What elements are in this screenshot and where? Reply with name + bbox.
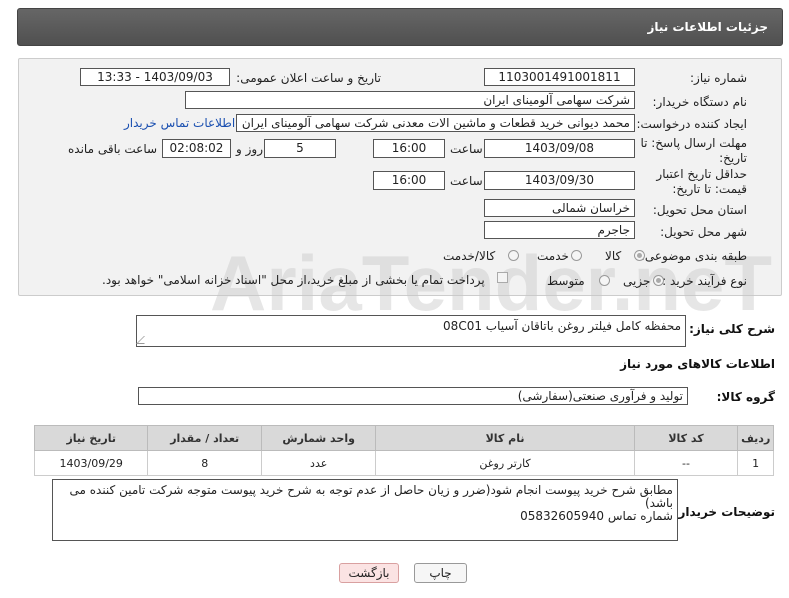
col-header-row-number: ردیف xyxy=(737,425,774,451)
need-number-label: شماره نیاز: xyxy=(690,71,747,85)
reply-time-label: ساعت xyxy=(450,142,483,156)
buyer-org-label: نام دستگاه خریدار: xyxy=(652,95,748,109)
cell-quantity: 8 xyxy=(147,450,262,476)
col-header-unit: واحد شمارش xyxy=(260,425,377,451)
remaining-label: ساعت باقی مانده xyxy=(68,142,158,156)
validity-time-field[interactable]: 16:00 xyxy=(373,171,445,190)
buyer-notes-text: مطابق شرح خرید پیوست انجام شود(ضرر و زیا… xyxy=(59,484,673,523)
category-option-service: خدمت xyxy=(537,249,569,263)
table-row[interactable]: 1 -- کارتر روغن عدد 8 1403/09/29 xyxy=(33,450,774,476)
goods-section-title: اطلاعات کالاهای مورد نیاز xyxy=(620,357,775,371)
need-number-field[interactable]: 1103001491001811 xyxy=(484,68,635,86)
table-header-row: ردیف کد کالا نام کالا واحد شمارش تعداد /… xyxy=(33,425,774,451)
reply-time-field[interactable]: 16:00 xyxy=(373,139,445,158)
col-header-item-code: کد کالا xyxy=(633,425,739,451)
process-option-minor: جزیی xyxy=(623,274,651,288)
province-label: استان محل تحویل: xyxy=(652,203,747,217)
category-option-goods: کالا xyxy=(605,249,622,263)
buyer-contact-link[interactable]: اطلاعات تماس خریدار xyxy=(124,116,235,130)
goods-group-label: گروه کالا: xyxy=(716,390,775,404)
buyer-notes-line: شماره تماس 05832605940 xyxy=(520,509,673,523)
announce-date-field[interactable]: 1403/09/03 - 13:33 xyxy=(80,68,230,86)
buyer-notes-line: مطابق شرح خرید پیوست انجام شود(ضرر و زیا… xyxy=(69,483,673,497)
validity-time-label: ساعت xyxy=(450,174,483,188)
days-label: روز و xyxy=(236,142,263,156)
province-field[interactable]: خراسان شمالی xyxy=(484,199,635,217)
cell-row-number: 1 xyxy=(737,450,774,476)
price-validity-label: حداقل تاریخ اعتبار قیمت: تا تاریخ: xyxy=(656,167,747,196)
category-radio-goods[interactable] xyxy=(634,250,645,261)
treasury-payment-note: پرداخت تمام یا بخشی از مبلغ خرید،از محل … xyxy=(102,273,485,287)
process-radio-medium[interactable] xyxy=(599,275,610,286)
buyer-org-field[interactable]: شرکت سهامی آلومینای ایران xyxy=(185,91,635,109)
description-text: محفظه کامل فیلتر روغن باتاقان آسیاب 08C0… xyxy=(443,319,681,333)
col-header-need-date: تاریخ نیاز xyxy=(33,425,149,451)
category-radio-service[interactable] xyxy=(571,250,582,261)
page-title: جزئیات اطلاعات نیاز xyxy=(647,20,768,34)
col-header-quantity: تعداد / مقدار xyxy=(147,425,262,451)
process-option-medium: متوسط xyxy=(547,274,585,288)
items-table: ردیف کد کالا نام کالا واحد شمارش تعداد /… xyxy=(33,425,774,476)
reply-date-field[interactable]: 1403/09/08 xyxy=(484,139,635,158)
remaining-time-field[interactable]: 02:08:02 xyxy=(162,139,231,158)
cell-item-name: کارتر روغن xyxy=(375,450,635,476)
category-option-both: کالا/خدمت xyxy=(443,249,496,263)
category-radio-both[interactable] xyxy=(508,250,519,261)
process-radio-minor[interactable] xyxy=(653,275,664,286)
city-label: شهر محل تحویل: xyxy=(660,225,747,239)
cell-need-date: 1403/09/29 xyxy=(33,450,149,476)
back-button[interactable]: بازگشت xyxy=(339,563,399,583)
description-label: شرح کلی نیاز: xyxy=(689,322,775,336)
city-field[interactable]: جاجرم xyxy=(484,221,635,239)
goods-group-field[interactable]: تولید و فرآوری صنعتی(سفارشی) xyxy=(138,387,688,405)
resize-handle-icon[interactable] xyxy=(136,336,152,344)
col-header-item-name: نام کالا xyxy=(375,425,635,451)
reply-deadline-label: مهلت ارسال پاسخ: تا تاریخ: xyxy=(640,136,747,165)
buyer-notes-label: توضیحات خریدار: xyxy=(673,505,775,519)
category-label: طبقه بندی موضوعی: xyxy=(640,249,747,263)
treasury-payment-checkbox[interactable] xyxy=(497,272,508,283)
cell-item-code: -- xyxy=(633,450,739,476)
description-textarea[interactable]: محفظه کامل فیلتر روغن باتاقان آسیاب 08C0… xyxy=(136,315,686,347)
page-header: جزئیات اطلاعات نیاز xyxy=(17,8,783,46)
requester-field[interactable]: محمد دیوانی خرید قطعات و ماشین الات معدن… xyxy=(236,114,635,132)
requester-label: ایجاد کننده درخواست: xyxy=(636,117,747,131)
cell-unit: عدد xyxy=(260,450,377,476)
days-field[interactable]: 5 xyxy=(264,139,336,158)
validity-date-field[interactable]: 1403/09/30 xyxy=(484,171,635,190)
announce-date-label: تاریخ و ساعت اعلان عمومی: xyxy=(236,71,381,85)
print-button[interactable]: چاپ xyxy=(414,563,467,583)
buyer-notes-textarea[interactable]: مطابق شرح خرید پیوست انجام شود(ضرر و زیا… xyxy=(52,479,678,541)
process-label: نوع فرآیند خرید : xyxy=(662,274,747,288)
